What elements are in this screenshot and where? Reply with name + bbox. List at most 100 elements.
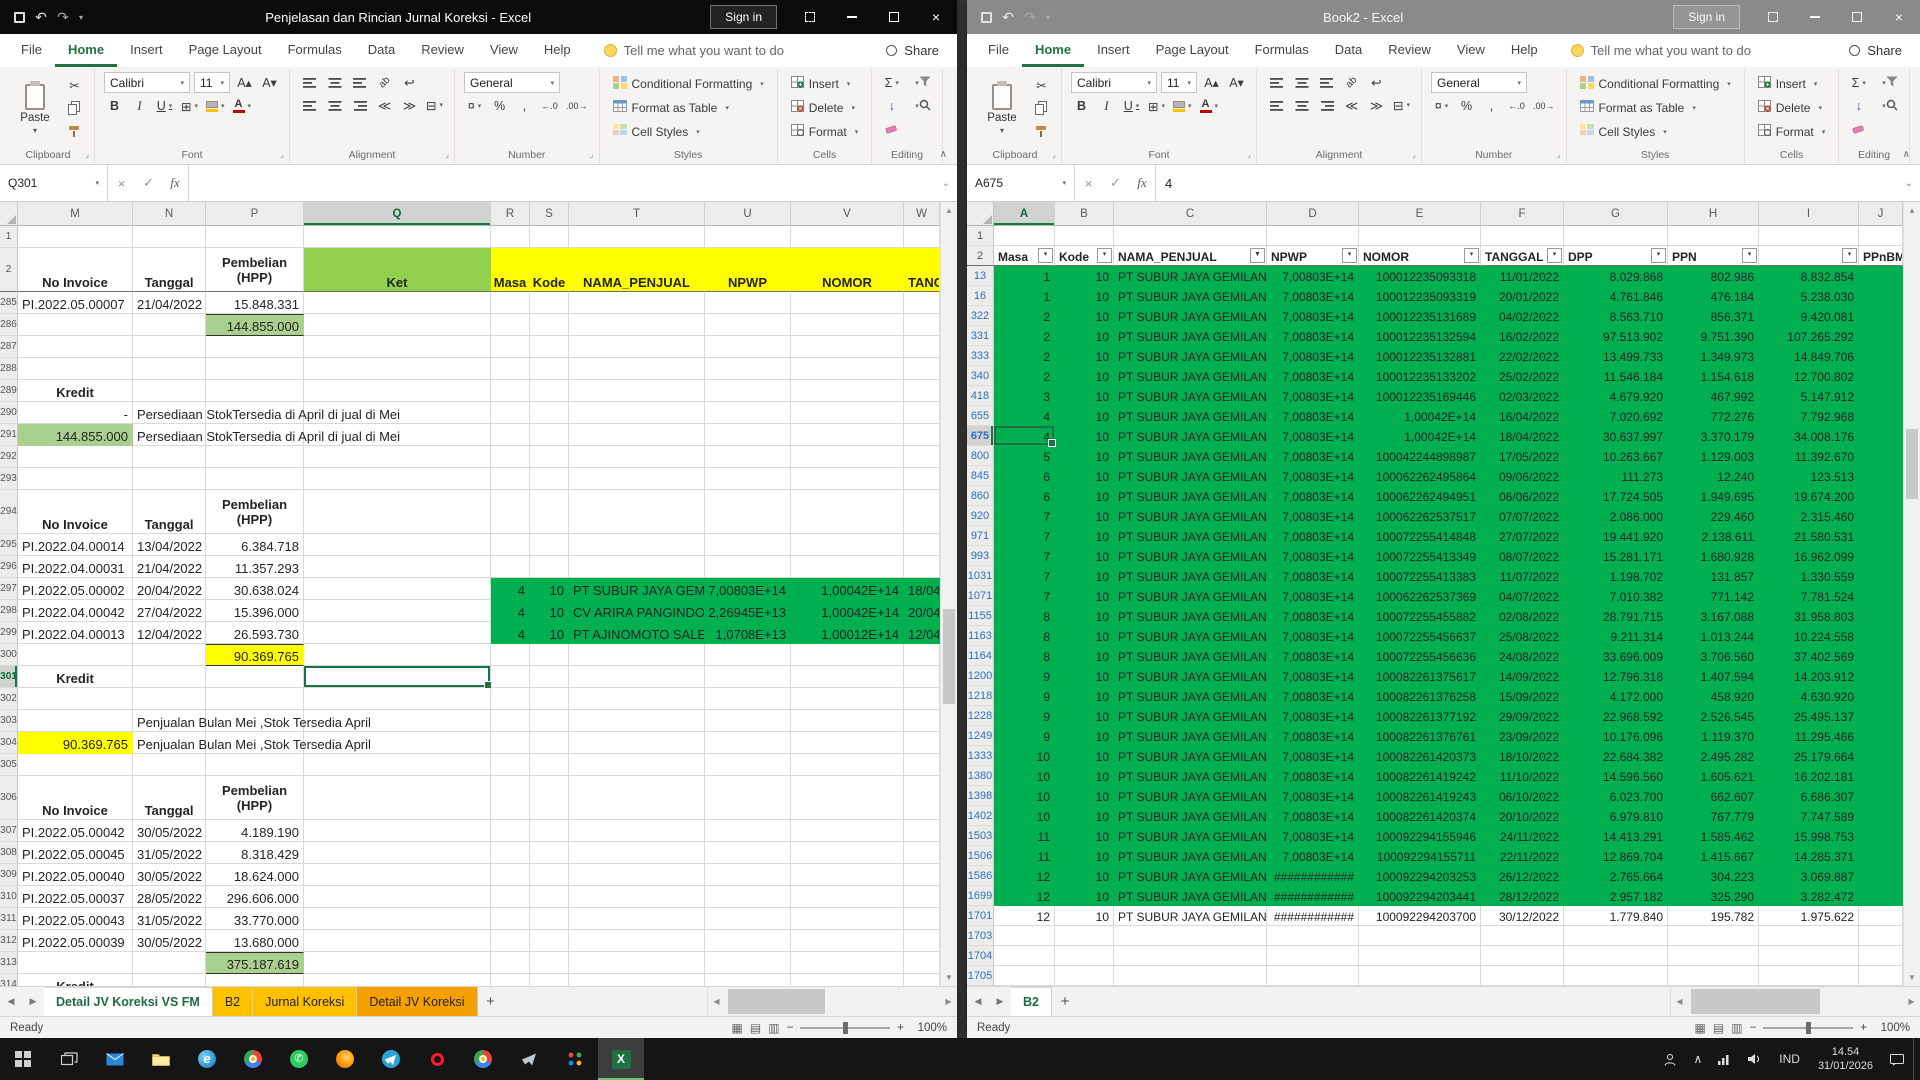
cell-T300[interactable] [569, 644, 705, 666]
taskbar-opera-icon[interactable] [414, 1038, 460, 1080]
cell-S314[interactable] [530, 974, 569, 986]
dialog-launcher-icon[interactable]: ⌟ [1049, 150, 1059, 160]
cell-Q312[interactable] [304, 930, 491, 952]
row-header-298[interactable]: 298 [0, 600, 18, 622]
cell-N290[interactable]: Persediaan StokTersedia di April di jual… [133, 402, 206, 424]
cell-S294[interactable] [530, 490, 569, 534]
row-header-314[interactable]: 314 [0, 974, 18, 986]
cell-C340[interactable]: PT SUBUR JAYA GEMILAN [1114, 366, 1267, 386]
align-right-button[interactable] [1316, 95, 1337, 115]
percent-style-button[interactable]: % [489, 96, 510, 116]
cell-G1380[interactable]: 14.596.560 [1564, 766, 1668, 786]
cell-I655[interactable]: 7.792.968 [1759, 406, 1859, 426]
align-center-button[interactable] [1291, 95, 1312, 115]
cell-F845[interactable]: 09/06/2022 [1481, 466, 1564, 486]
row-header-285[interactable]: 285 [0, 292, 18, 314]
cell-U297[interactable]: 7,00803E+14 [705, 578, 791, 600]
cell-I16[interactable]: 5.238.030 [1759, 286, 1859, 306]
hidden-icons-chevron-icon[interactable]: ∧ [1685, 1052, 1710, 1066]
cell-E418[interactable]: 100012235169446 [1359, 386, 1481, 406]
cell-T294[interactable] [569, 490, 705, 534]
cell-C1398[interactable]: PT SUBUR JAYA GEMILAN [1114, 786, 1267, 806]
cell-I1228[interactable]: 25.495.137 [1759, 706, 1859, 726]
volume-icon[interactable] [1740, 1053, 1770, 1065]
taskbar-paper-plane-icon[interactable] [506, 1038, 552, 1080]
cell-R293[interactable] [491, 468, 530, 490]
cell-H1701[interactable]: 195.782 [1668, 906, 1759, 926]
cell-M302[interactable] [18, 688, 133, 710]
cell-H16[interactable]: 476.184 [1668, 286, 1759, 306]
cell-C1506[interactable]: PT SUBUR JAYA GEMILAN [1114, 846, 1267, 866]
row-header-294[interactable]: 294 [0, 490, 18, 534]
cell-S297[interactable]: 10 [530, 578, 569, 600]
cell-F1699[interactable]: 28/12/2022 [1481, 886, 1564, 906]
cell-U2[interactable]: NPWP [705, 248, 791, 292]
row-header-1071[interactable]: 1071 [967, 586, 994, 606]
cell-S312[interactable] [530, 930, 569, 952]
cell-N296[interactable]: 21/04/2022 [133, 556, 206, 578]
row-header-333[interactable]: 333 [967, 346, 994, 366]
cell-H1228[interactable]: 2.526.545 [1668, 706, 1759, 726]
cell-H1506[interactable]: 1.415.667 [1668, 846, 1759, 866]
cell-F1503[interactable]: 24/11/2022 [1481, 826, 1564, 846]
cell-W313[interactable] [904, 952, 940, 974]
zoom-slider-thumb[interactable] [1806, 1022, 1811, 1034]
cell-A920[interactable]: 7 [994, 506, 1055, 526]
cell-D340[interactable]: 7,00803E+14 [1267, 366, 1359, 386]
cell-U306[interactable] [705, 776, 791, 820]
cell-A675[interactable]: 4 [994, 426, 1055, 446]
cell-P306[interactable]: Pembelian (HPP) [206, 776, 304, 820]
row-header-302[interactable]: 302 [0, 688, 18, 710]
cell-F331[interactable]: 16/02/2022 [1481, 326, 1564, 346]
cell-M300[interactable] [18, 644, 133, 666]
copy-button[interactable] [1031, 98, 1052, 118]
cell-B418[interactable]: 10 [1055, 386, 1114, 406]
underline-button[interactable]: U▾ [1121, 96, 1142, 116]
cell-J1228[interactable] [1859, 706, 1903, 726]
cell-D1200[interactable]: 7,00803E+14 [1267, 666, 1359, 686]
cell-Q287[interactable] [304, 336, 491, 358]
cell-Q292[interactable] [304, 446, 491, 468]
wrap-text-button[interactable]: ↩ [1366, 72, 1387, 92]
cell-H800[interactable]: 1.129.003 [1668, 446, 1759, 466]
cell-A340[interactable]: 2 [994, 366, 1055, 386]
cell-H993[interactable]: 1.680.928 [1668, 546, 1759, 566]
cell-H333[interactable]: 1.349.973 [1668, 346, 1759, 366]
cell-C1704[interactable] [1114, 946, 1267, 966]
cell-I800[interactable]: 11.392.670 [1759, 446, 1859, 466]
tell-me-box[interactable]: Tell me what you want to do [1571, 34, 1751, 67]
cut-button[interactable]: ✂ [64, 75, 85, 95]
cell-I971[interactable]: 21.580.531 [1759, 526, 1859, 546]
cell-B1163[interactable]: 10 [1055, 626, 1114, 646]
cell-E1699[interactable]: 100092294203441 [1359, 886, 1481, 906]
view-page-break-icon[interactable]: ▥ [768, 1021, 779, 1035]
row-header-1380[interactable]: 1380 [967, 766, 994, 786]
row-header-920[interactable]: 920 [967, 506, 994, 526]
cell-F340[interactable]: 25/02/2022 [1481, 366, 1564, 386]
cell-J322[interactable] [1859, 306, 1903, 326]
cell-V292[interactable] [791, 446, 904, 468]
decrease-indent-button[interactable]: ≪ [374, 95, 395, 115]
cell-A1164[interactable]: 8 [994, 646, 1055, 666]
row-header-1155[interactable]: 1155 [967, 606, 994, 626]
borders-button[interactable]: ⊞▾ [1146, 96, 1167, 116]
cell-E1333[interactable]: 100082261420373 [1359, 746, 1481, 766]
cell-M307[interactable]: PI.2022.05.00042 [18, 820, 133, 842]
font-color-button[interactable]: A▾ [1198, 96, 1221, 116]
zoom-in-button[interactable]: + [897, 1022, 904, 1034]
cell-H655[interactable]: 772.276 [1668, 406, 1759, 426]
cell-F13[interactable]: 11/01/2022 [1481, 266, 1564, 286]
maximize-button[interactable] [1836, 0, 1878, 34]
cell-S306[interactable] [530, 776, 569, 820]
sort-filter-button[interactable]: ▾ [910, 73, 933, 93]
cell-Q300[interactable] [304, 644, 491, 666]
cell-D920[interactable]: 7,00803E+14 [1267, 506, 1359, 526]
horizontal-scrollbar[interactable]: ◀▶ [1670, 987, 1920, 1016]
cell-C13[interactable]: PT SUBUR JAYA GEMILAN [1114, 266, 1267, 286]
row-header-655[interactable]: 655 [967, 406, 994, 426]
cell-D800[interactable]: 7,00803E+14 [1267, 446, 1359, 466]
cell-N292[interactable] [133, 446, 206, 468]
cell-I322[interactable]: 9.420.081 [1759, 306, 1859, 326]
cell-T313[interactable] [569, 952, 705, 974]
cell-B1218[interactable]: 10 [1055, 686, 1114, 706]
